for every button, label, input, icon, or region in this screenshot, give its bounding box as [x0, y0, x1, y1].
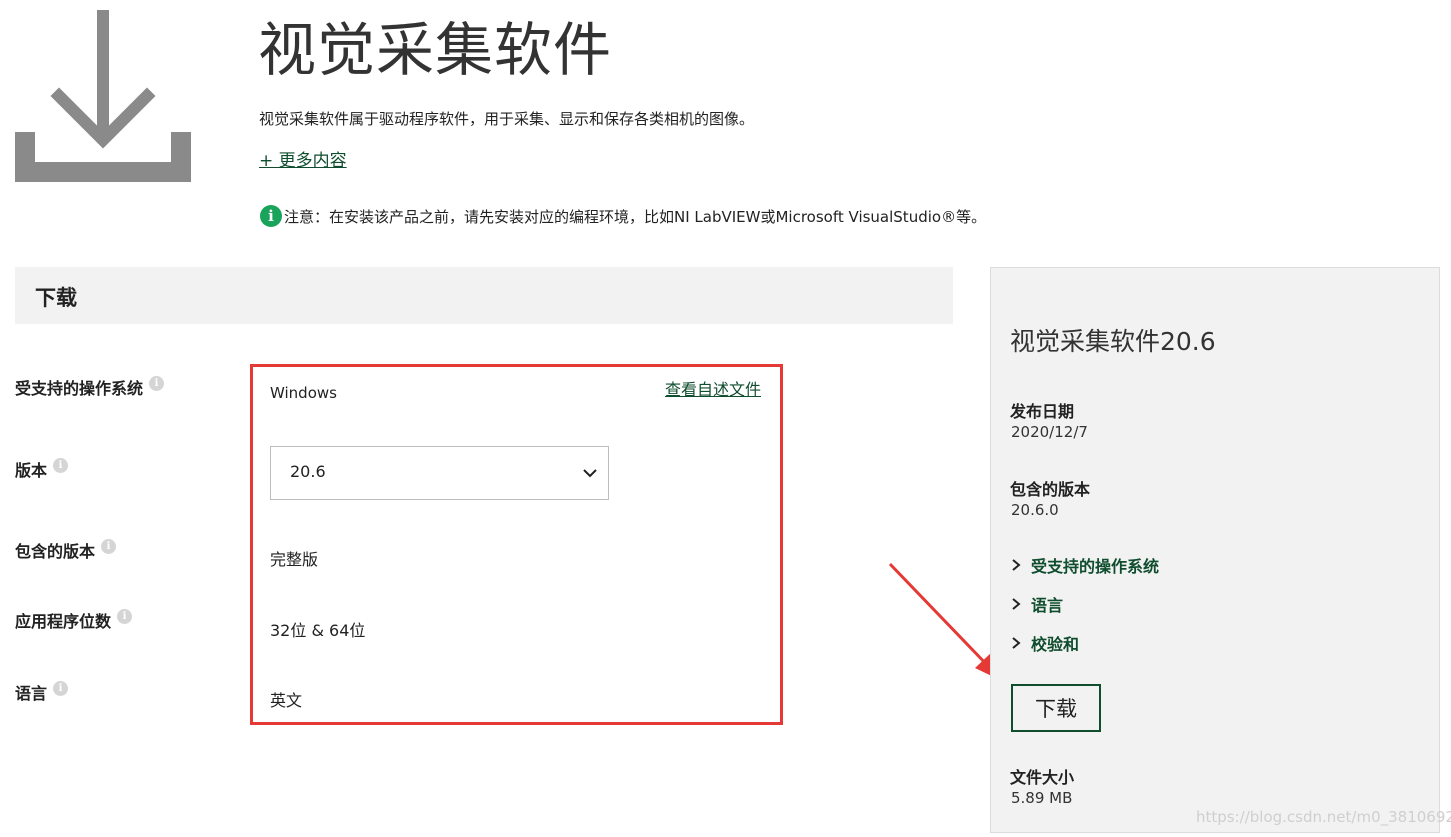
info-icon[interactable]: i — [53, 457, 69, 473]
chevron-right-icon — [1012, 637, 1021, 649]
version-row-label: 版本 i — [15, 457, 69, 481]
download-section-header: 下载 — [15, 267, 953, 324]
download-button[interactable]: 下载 — [1011, 684, 1101, 732]
language-row-label: 语言 i — [15, 680, 69, 704]
file-size-value: 5.89 MB — [1011, 789, 1073, 807]
language-label-text: 语言 — [15, 684, 48, 703]
chevron-down-icon — [583, 469, 597, 478]
included-row-label: 包含的版本 i — [15, 538, 117, 562]
bitness-value: 32位 & 64位 — [270, 621, 366, 640]
info-icon: i — [260, 205, 282, 227]
version-selected-value: 20.6 — [290, 462, 326, 481]
product-description: 视觉采集软件属于驱动程序软件，用于采集、显示和保存各类相机的图像。 — [259, 110, 755, 128]
page-title: 视觉采集软件 — [258, 16, 613, 84]
supported-os-expander[interactable]: 受支持的操作系统 — [1010, 553, 1159, 577]
info-icon[interactable]: i — [53, 680, 69, 696]
more-content-link[interactable]: + 更多内容 — [259, 146, 347, 171]
watermark: https://blog.csdn.net/m0_38106923 — [1196, 808, 1451, 826]
download-icon — [15, 10, 191, 182]
os-value: Windows — [270, 384, 337, 402]
file-size-label: 文件大小 — [1010, 768, 1075, 787]
info-icon[interactable]: i — [101, 538, 117, 554]
version-summary-panel: 视觉采集软件20.6 发布日期 2020/12/7 包含的版本 20.6.0 受… — [990, 267, 1440, 833]
version-select[interactable]: 20.6 — [270, 446, 609, 500]
included-label-text: 包含的版本 — [15, 542, 96, 561]
release-date-value: 2020/12/7 — [1011, 423, 1088, 441]
highlight-box — [250, 364, 783, 725]
info-icon[interactable]: i — [117, 608, 133, 624]
bitness-label-text: 应用程序位数 — [15, 612, 112, 631]
readme-link[interactable]: 查看自述文件 — [665, 376, 761, 400]
version-label-text: 版本 — [15, 461, 48, 480]
supported-os-link-text: 受支持的操作系统 — [1031, 557, 1160, 576]
language-expander[interactable]: 语言 — [1010, 592, 1063, 616]
os-label-text: 受支持的操作系统 — [15, 379, 144, 398]
info-icon[interactable]: i — [149, 375, 165, 391]
install-notice: i 注意：在安装该产品之前，请先安装对应的编程环境，比如NI LabVIEW或M… — [260, 205, 986, 227]
panel-title: 视觉采集软件20.6 — [1010, 327, 1216, 356]
notice-text: 注意：在安装该产品之前，请先安装对应的编程环境，比如NI LabVIEW或Mic… — [284, 207, 987, 226]
chevron-right-icon — [1012, 559, 1021, 571]
checksum-link-text: 校验和 — [1031, 635, 1080, 654]
chevron-right-icon — [1012, 598, 1021, 610]
os-row-label: 受支持的操作系统 i — [15, 375, 165, 399]
bitness-row-label: 应用程序位数 i — [15, 608, 133, 632]
download-section-title: 下载 — [35, 286, 77, 310]
checksum-expander[interactable]: 校验和 — [1010, 631, 1079, 655]
included-version-label: 包含的版本 — [1010, 480, 1091, 499]
included-version-value: 完整版 — [270, 550, 319, 569]
included-version-number: 20.6.0 — [1011, 501, 1059, 519]
language-value: 英文 — [270, 691, 303, 710]
release-date-label: 发布日期 — [1010, 402, 1075, 421]
language-link-text: 语言 — [1031, 596, 1064, 615]
